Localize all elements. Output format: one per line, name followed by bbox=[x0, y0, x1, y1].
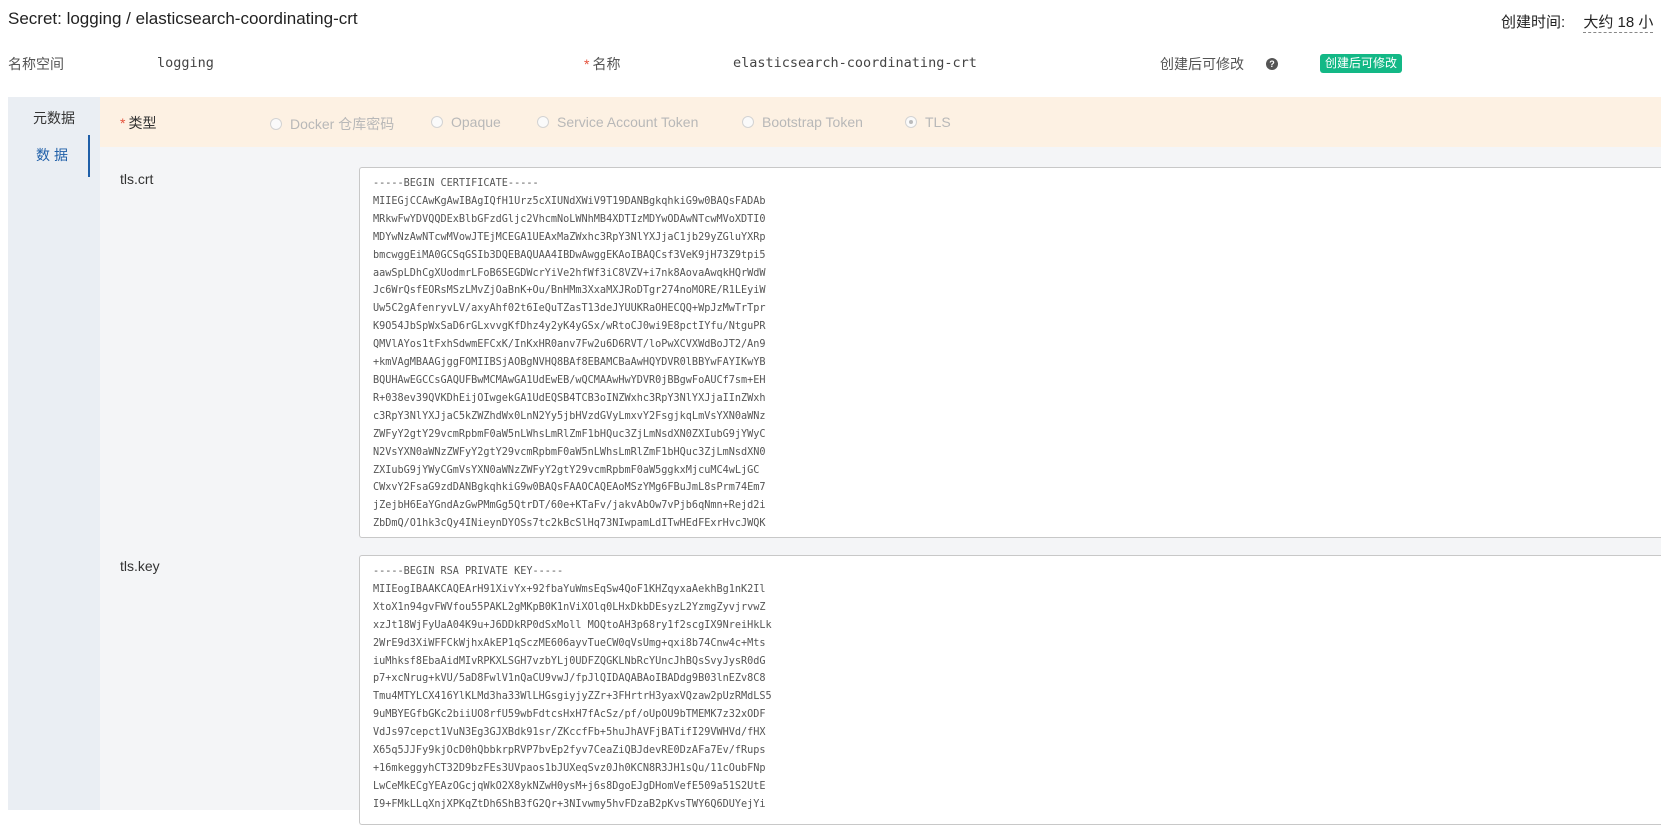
created-time-value[interactable]: 大约 18 小 bbox=[1583, 14, 1654, 33]
field-label-tls-key: tls.key bbox=[120, 558, 160, 574]
radio-circle-icon bbox=[270, 118, 282, 131]
radio-label: Service Account Token bbox=[557, 114, 699, 130]
help-icon[interactable]: ? bbox=[1266, 58, 1278, 70]
tls-crt-content: -----BEGIN CERTIFICATE----- MIIEGjCCAwKg… bbox=[373, 178, 766, 530]
radio-service-account-token[interactable]: Service Account Token bbox=[537, 114, 698, 130]
active-indicator bbox=[88, 135, 90, 177]
radio-tls[interactable]: TLS bbox=[905, 114, 951, 130]
radio-docker[interactable]: Docker 仓库密码 bbox=[270, 114, 394, 134]
radio-label: Docker 仓库密码 bbox=[290, 116, 395, 132]
required-marker: * bbox=[120, 115, 126, 131]
radio-opaque[interactable]: Opaque bbox=[431, 114, 501, 130]
field-label-tls-crt: tls.crt bbox=[120, 171, 154, 187]
radio-checked-icon bbox=[905, 116, 917, 129]
radio-circle-icon bbox=[742, 116, 754, 129]
radio-label: Bootstrap Token bbox=[762, 114, 863, 130]
page-title: Secret: logging / elasticsearch-coordina… bbox=[8, 9, 358, 28]
type-label: * 类型 bbox=[120, 113, 156, 133]
created-time-label: 创建时间: bbox=[1501, 14, 1566, 31]
sidebar-item-metadata[interactable]: 元数据 bbox=[8, 108, 100, 128]
tls-key-content: -----BEGIN RSA PRIVATE KEY----- MIIEogIB… bbox=[373, 566, 772, 810]
tls-crt-textarea[interactable]: -----BEGIN CERTIFICATE----- MIIEGjCCAwKg… bbox=[359, 167, 1661, 538]
editable-label: 创建后可修改 bbox=[1160, 56, 1244, 72]
side-nav bbox=[8, 97, 100, 810]
type-label-text: 类型 bbox=[128, 115, 157, 131]
radio-label: TLS bbox=[925, 114, 951, 130]
radio-label: Opaque bbox=[451, 114, 501, 130]
created-time: 创建时间: 大约 18 小 bbox=[1501, 11, 1654, 33]
radio-circle-icon bbox=[431, 116, 443, 129]
namespace-label: 名称空间 bbox=[8, 56, 64, 72]
namespace-value: logging bbox=[157, 55, 214, 71]
tls-key-textarea[interactable]: -----BEGIN RSA PRIVATE KEY----- MIIEogIB… bbox=[359, 555, 1661, 825]
editable-badge: 创建后可修改 bbox=[1320, 54, 1403, 73]
required-marker: * bbox=[584, 56, 590, 72]
radio-circle-icon bbox=[537, 116, 549, 129]
sidebar-item-data[interactable]: 数据 bbox=[8, 145, 100, 165]
radio-bootstrap-token[interactable]: Bootstrap Token bbox=[742, 114, 863, 130]
name-label: * 名称 bbox=[584, 54, 620, 74]
name-value: elasticsearch-coordinating-crt bbox=[733, 55, 977, 71]
name-label-text: 名称 bbox=[592, 56, 621, 72]
